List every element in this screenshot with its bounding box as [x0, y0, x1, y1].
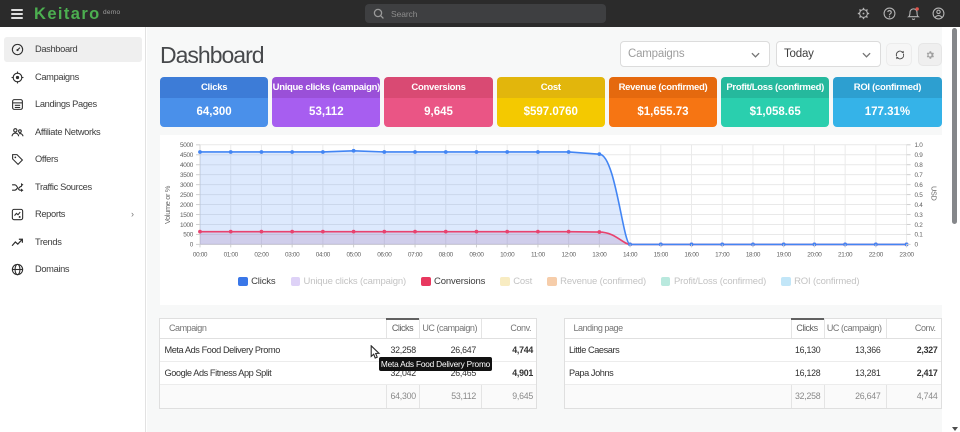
svg-text:06:00: 06:00	[377, 251, 392, 258]
svg-text:10:00: 10:00	[500, 251, 515, 258]
svg-text:5000: 5000	[180, 142, 194, 149]
svg-text:3000: 3000	[180, 182, 194, 189]
svg-text:07:00: 07:00	[408, 251, 423, 258]
svg-text:0.5: 0.5	[915, 192, 924, 199]
svg-text:0.1: 0.1	[915, 232, 924, 239]
svg-text:03:00: 03:00	[285, 251, 300, 258]
svg-text:4000: 4000	[180, 162, 194, 169]
svg-text:4500: 4500	[180, 152, 194, 159]
svg-text:0.7: 0.7	[915, 172, 924, 179]
svg-text:0.3: 0.3	[915, 212, 924, 219]
svg-text:USD: USD	[930, 186, 939, 201]
svg-text:01:00: 01:00	[224, 251, 239, 258]
svg-text:08:00: 08:00	[439, 251, 454, 258]
svg-text:12:00: 12:00	[562, 251, 577, 258]
svg-text:Volume or %: Volume or %	[163, 185, 172, 224]
svg-text:13:00: 13:00	[592, 251, 607, 258]
svg-text:09:00: 09:00	[469, 251, 484, 258]
svg-text:2000: 2000	[180, 202, 194, 209]
svg-text:0.2: 0.2	[915, 222, 924, 229]
svg-text:02:00: 02:00	[254, 251, 269, 258]
svg-text:16:00: 16:00	[684, 251, 699, 258]
svg-text:1000: 1000	[180, 222, 194, 229]
svg-text:22:00: 22:00	[869, 251, 884, 258]
svg-text:0.9: 0.9	[915, 152, 924, 159]
svg-text:2500: 2500	[180, 192, 194, 199]
svg-text:0: 0	[915, 242, 919, 249]
svg-text:3500: 3500	[180, 172, 194, 179]
svg-text:04:00: 04:00	[316, 251, 331, 258]
svg-text:0.6: 0.6	[915, 182, 924, 189]
svg-text:20:00: 20:00	[807, 251, 822, 258]
svg-text:500: 500	[183, 232, 194, 239]
svg-text:0: 0	[190, 242, 194, 249]
svg-text:21:00: 21:00	[838, 251, 853, 258]
svg-text:1500: 1500	[180, 212, 194, 219]
svg-text:19:00: 19:00	[777, 251, 792, 258]
svg-text:23:00: 23:00	[899, 251, 914, 258]
svg-text:18:00: 18:00	[746, 251, 761, 258]
svg-text:17:00: 17:00	[715, 251, 730, 258]
svg-text:15:00: 15:00	[654, 251, 669, 258]
svg-text:00:00: 00:00	[193, 251, 208, 258]
svg-text:0.8: 0.8	[915, 162, 924, 169]
svg-text:05:00: 05:00	[346, 251, 361, 258]
svg-text:1.0: 1.0	[915, 142, 924, 149]
svg-text:11:00: 11:00	[531, 251, 546, 258]
svg-text:0.4: 0.4	[915, 202, 924, 209]
svg-text:14:00: 14:00	[623, 251, 638, 258]
